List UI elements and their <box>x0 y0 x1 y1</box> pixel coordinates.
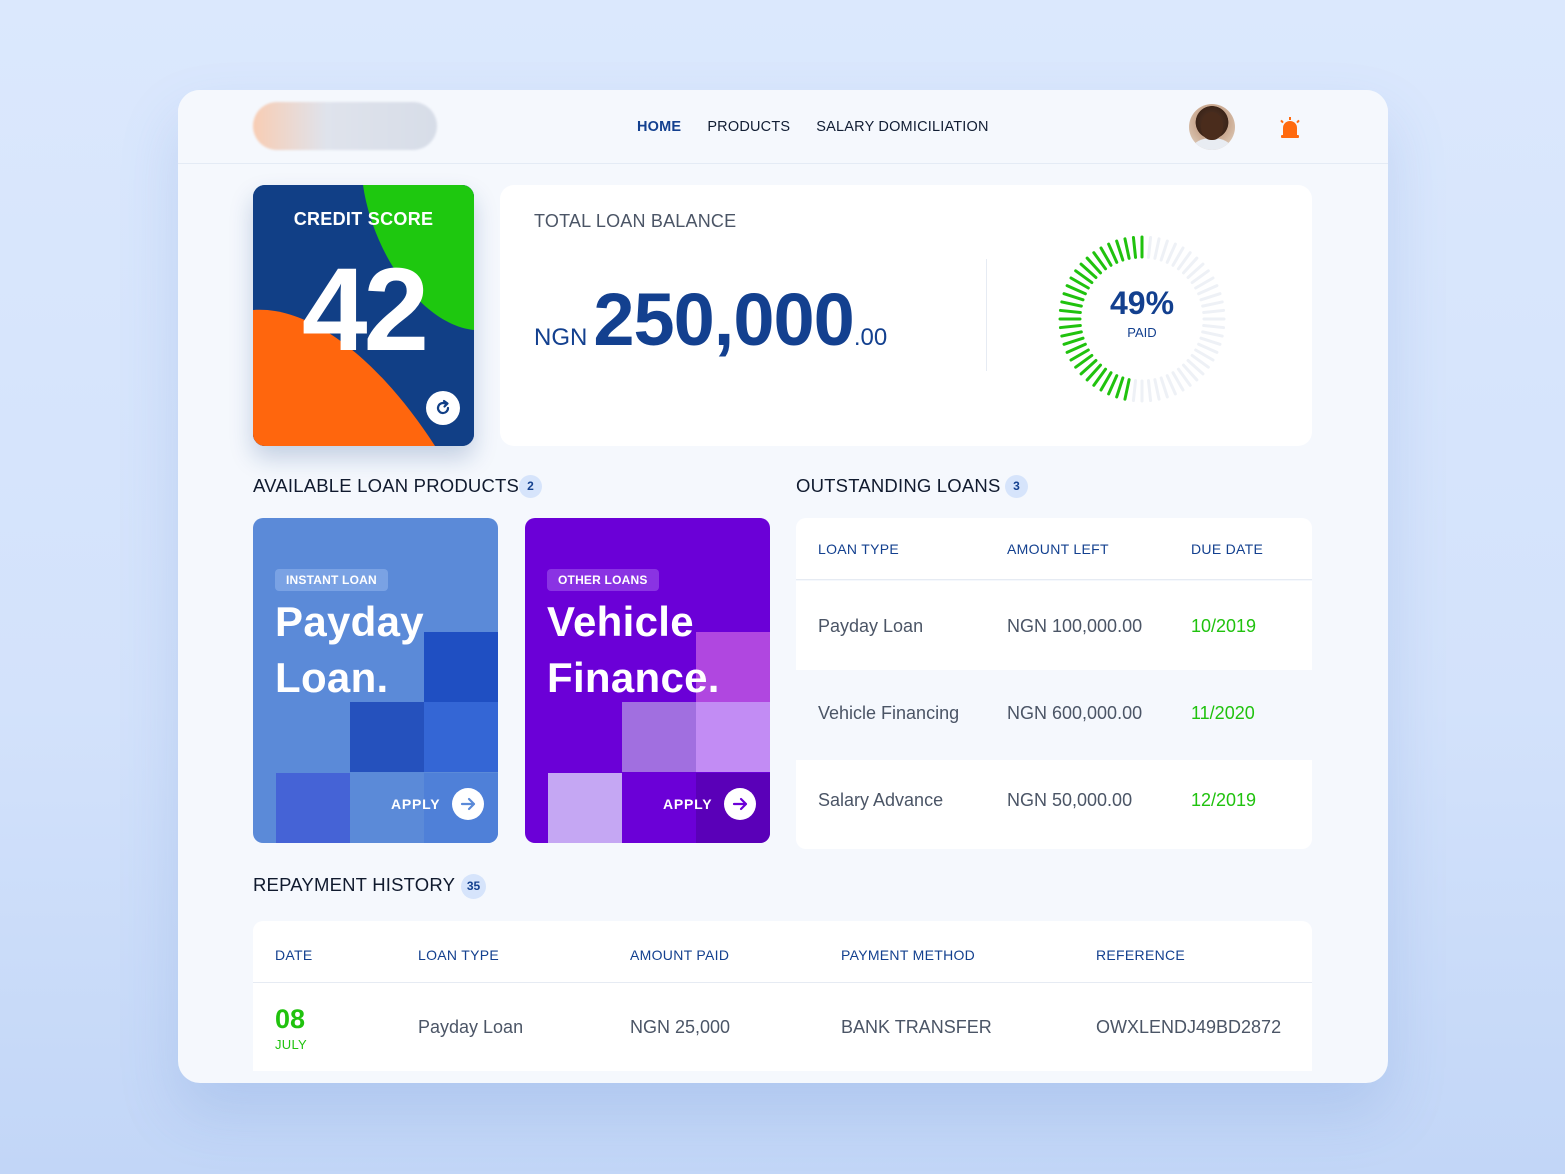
gauge-tick-empty <box>1153 378 1161 401</box>
gauge-tick-empty <box>1165 374 1177 396</box>
gauge-tick-filled <box>1065 342 1087 354</box>
vertical-divider <box>986 259 987 371</box>
due-date: 12/2019 <box>1191 790 1257 810</box>
refresh-icon[interactable] <box>426 391 460 425</box>
column-header[interactable]: LOAN TYPE <box>818 541 899 557</box>
table-row[interactable]: Salary Advance NGN 50,000.00 12/2019 <box>796 760 1312 849</box>
column-header[interactable]: REFERENCE <box>1096 947 1185 963</box>
table-row[interactable]: Payday Loan NGN 100,000.00 10/2019 <box>796 581 1312 670</box>
arrow-right-icon[interactable] <box>452 788 485 820</box>
top-navigation-bar: HOME PRODUCTS SALARY DOMICILIATION <box>178 90 1388 164</box>
paid-percent: 49% <box>1109 285 1175 321</box>
amount-paid: NGN 25,000 <box>630 1017 731 1037</box>
mosaic-tile <box>424 702 498 772</box>
products-count-badge: 2 <box>519 475 542 498</box>
payment-month: JULY <box>275 1037 308 1052</box>
balance-currency: NGN <box>534 324 588 351</box>
gauge-tick-empty <box>1146 379 1153 403</box>
loan-type: Salary Advance <box>818 790 944 810</box>
gauge-tick-empty <box>1159 239 1169 262</box>
column-header[interactable]: LOAN TYPE <box>418 947 499 963</box>
brand-logo[interactable] <box>253 102 437 150</box>
column-header[interactable]: DATE <box>275 947 313 963</box>
paid-label: PAID <box>1127 325 1157 340</box>
balance-decimals: .00 <box>853 324 888 351</box>
history-count-badge: 35 <box>461 874 486 899</box>
column-header[interactable]: AMOUNT LEFT <box>1007 541 1109 557</box>
apply-button[interactable]: APPLY <box>391 788 485 820</box>
loan-balance-card: TOTAL LOAN BALANCE NGN250,000.00 49% PAI… <box>500 185 1312 446</box>
product-card-payday[interactable]: INSTANT LOAN Payday Loan. APPLY <box>253 518 498 843</box>
outstanding-loans-title: OUTSTANDING LOANS <box>796 475 1001 496</box>
mosaic-tile <box>350 702 424 772</box>
mosaic-tile <box>696 702 770 772</box>
product-title: Payday Loan. <box>275 598 424 701</box>
nav-products[interactable]: PRODUCTS <box>707 119 790 135</box>
user-avatar[interactable] <box>1189 104 1235 150</box>
column-header[interactable]: AMOUNT PAID <box>630 947 729 963</box>
arrow-right-icon[interactable] <box>724 788 757 820</box>
apply-button[interactable]: APPLY <box>663 788 757 820</box>
balance-title: TOTAL LOAN BALANCE <box>534 211 737 231</box>
loan-type: Payday Loan <box>418 1017 524 1037</box>
gauge-tick-filled <box>1123 378 1131 401</box>
gauge-tick-filled <box>1123 237 1131 260</box>
gauge-tick-filled <box>1107 242 1119 264</box>
gauge-tick-empty <box>1146 235 1153 259</box>
loan-type: Vehicle Financing <box>818 703 960 723</box>
payment-method: BANK TRANSFER <box>841 1017 992 1037</box>
credit-score-value: 42 <box>301 244 429 376</box>
alarm-bell-icon[interactable] <box>1278 116 1302 140</box>
apply-label: APPLY <box>391 796 441 812</box>
product-tag: OTHER LOANS <box>547 569 659 591</box>
gauge-tick-filled <box>1131 235 1138 259</box>
gauge-tick-empty <box>1153 237 1161 260</box>
product-title: Vehicle Finance. <box>547 598 720 701</box>
gauge-tick-filled <box>1115 239 1125 262</box>
credit-score-card: CREDIT SCORE 42 <box>253 185 474 446</box>
mosaic-tile <box>548 773 622 843</box>
nav-salary-domiciliation[interactable]: SALARY DOMICILIATION <box>816 119 988 135</box>
table-header: LOAN TYPE AMOUNT LEFT DUE DATE <box>796 518 1312 580</box>
outstanding-loans-table: LOAN TYPE AMOUNT LEFT DUE DATE Payday Lo… <box>796 518 1312 849</box>
nav-home[interactable]: HOME <box>637 119 681 135</box>
amount-left: NGN 100,000.00 <box>1007 616 1143 636</box>
outstanding-count-badge: 3 <box>1005 475 1028 498</box>
gauge-tick-filled <box>1107 374 1119 396</box>
due-date: 11/2020 <box>1191 703 1255 723</box>
gauge-tick-empty <box>1131 379 1138 403</box>
gauge-tick-empty <box>1197 342 1219 354</box>
repayment-history-table: DATE LOAN TYPE AMOUNT PAID PAYMENT METHO… <box>253 921 1312 1071</box>
balance-value: 250,000 <box>593 278 854 361</box>
app-window: HOME PRODUCTS SALARY DOMICILIATION CREDI… <box>178 90 1388 1083</box>
repayment-history-title: REPAYMENT HISTORY <box>253 874 456 895</box>
avatar-face <box>1201 112 1223 140</box>
column-header[interactable]: PAYMENT METHOD <box>841 947 975 963</box>
table-row[interactable]: Vehicle Financing NGN 600,000.00 11/2020 <box>796 670 1312 759</box>
column-header[interactable]: DUE DATE <box>1191 541 1263 557</box>
mosaic-tile <box>276 773 350 843</box>
available-products-title: AVAILABLE LOAN PRODUCTS <box>253 475 520 496</box>
gauge-tick-empty <box>1159 376 1169 399</box>
table-header: DATE LOAN TYPE AMOUNT PAID PAYMENT METHO… <box>253 921 1312 983</box>
due-date: 10/2019 <box>1191 616 1257 636</box>
amount-left: NGN 600,000.00 <box>1007 703 1143 723</box>
apply-label: APPLY <box>663 796 713 812</box>
payment-day: 08 <box>275 1004 306 1034</box>
loan-type: Payday Loan <box>818 616 924 636</box>
product-tag: INSTANT LOAN <box>275 569 388 591</box>
payment-reference: OWXLENDJ49BD2872 <box>1096 1017 1282 1037</box>
mosaic-tile <box>622 702 696 772</box>
credit-score-label: CREDIT SCORE <box>293 209 434 229</box>
product-card-vehicle[interactable]: OTHER LOANS Vehicle Finance. APPLY <box>525 518 770 843</box>
gauge-tick-empty <box>1165 242 1177 264</box>
balance-amount: NGN250,000.00 <box>534 277 887 362</box>
main-nav: HOME PRODUCTS SALARY DOMICILIATION <box>637 119 989 135</box>
amount-left: NGN 50,000.00 <box>1007 790 1133 810</box>
gauge-tick-filled <box>1115 376 1125 399</box>
